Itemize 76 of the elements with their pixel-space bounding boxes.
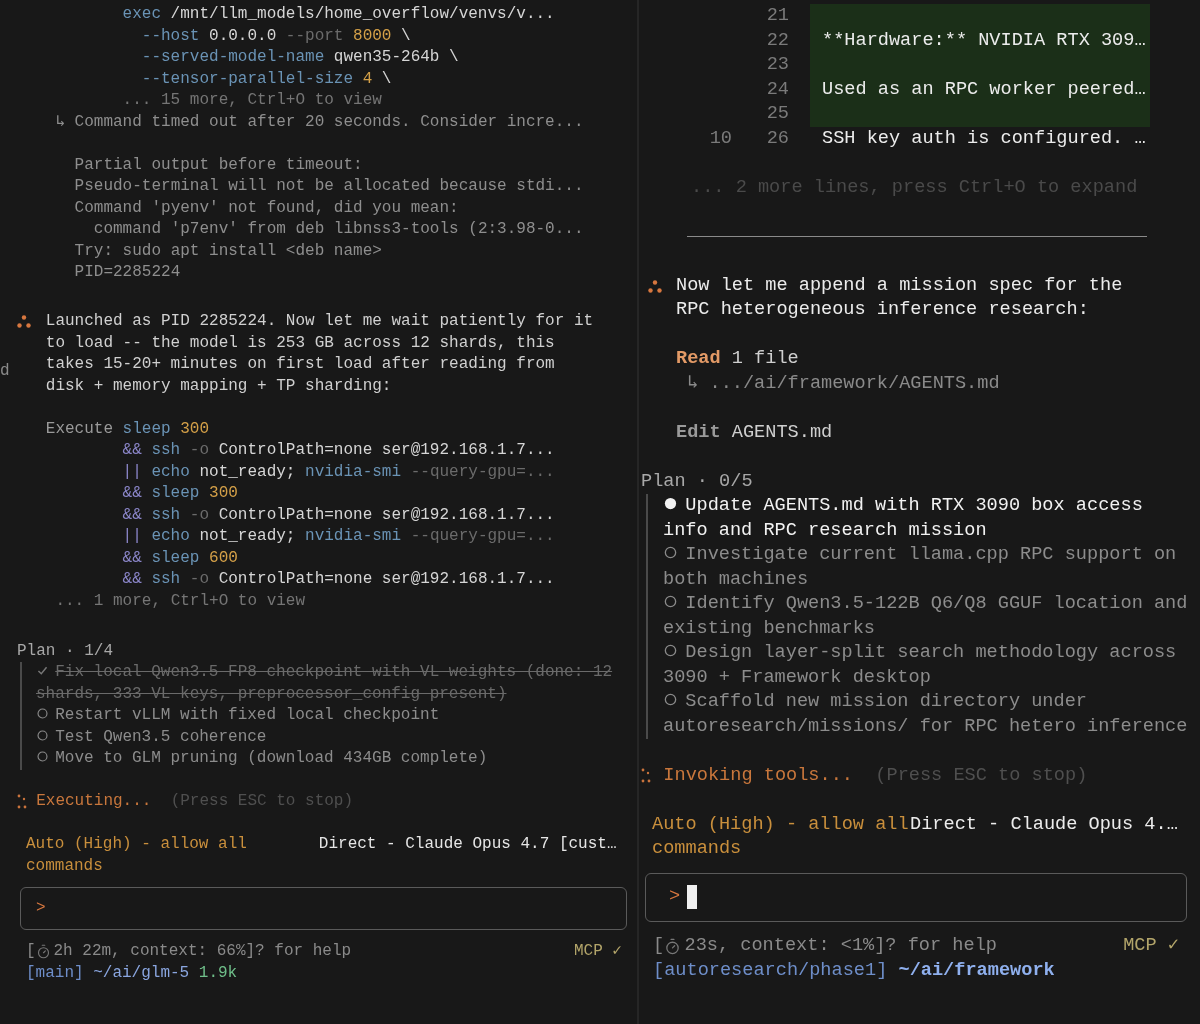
working-directory: ~/ai/framework xyxy=(898,958,1055,983)
plan-item: Update AGENTS.md with RTX 3090 box access info and RPC research mission xyxy=(663,495,1143,541)
plan-item: Move to GLM pruning (download 434GB complete) xyxy=(55,749,488,767)
collapsed-lines-note: ... 1 more, Ctrl+O to view xyxy=(55,590,306,612)
line-number: 24 xyxy=(766,77,789,102)
code-line: && sleep 300 xyxy=(122,483,238,504)
prompt-input[interactable]: > xyxy=(645,872,1187,922)
tool-target: 1 file xyxy=(731,347,799,371)
activity-label: Invoking tools... xyxy=(663,763,853,788)
code-line: --served-model-name qwen35-264b \ xyxy=(141,47,459,68)
plan-title: Plan · 1/4 xyxy=(17,640,113,662)
edge-text-fragment: d xyxy=(0,361,10,382)
line-number: 22 xyxy=(766,28,789,53)
code-line: || echo not_ready; nvidia-smi --query-gpu=... xyxy=(122,526,555,547)
tool-verb: Edit xyxy=(676,420,721,445)
code-line: --host 0.0.0.0 --port 8000 \ xyxy=(141,25,411,47)
code-line: && ssh -o ControlPath=none ser@192.168.1.7... xyxy=(122,440,555,461)
status-bracket: [ xyxy=(653,934,665,959)
assistant-message: Launched as PID 2285224. Now let me wait patiently for it to load -- the model is 253 GB across 12 shards, this takes 15-20+ minutes on first load after reading from disk + memory mapping + TP sharding: xyxy=(45,311,595,397)
assistant-message: Now let me append a mission spec for the RPC heterogeneous inference research: xyxy=(676,273,1124,322)
file-path: .../ai/framework/AGENTS.md xyxy=(709,371,1000,396)
model-name: Direct - Claude Opus 4.… xyxy=(910,812,1178,837)
line-number: 21 xyxy=(766,4,789,28)
working-directory: ~/ai/glm-5 xyxy=(93,962,190,984)
output-line: command 'p7env' from deb libnss3-tools (2:3.98-0... xyxy=(93,219,584,240)
plan-item: Restart vLLM with fixed local checkpoint xyxy=(55,706,440,724)
spinner-icon xyxy=(641,767,651,784)
plan-item: Investigate current llama.cpp RPC support on both machines xyxy=(663,544,1177,590)
code-line: sleep 300 xyxy=(122,418,210,440)
output-line: Try: sudo apt install <deb name> xyxy=(74,240,382,262)
plan-item: Identify Qwen3.5-122B Q6/Q8 GGUF location and existing benchmarks xyxy=(663,593,1188,639)
plan-item: Fix local Qwen3.5 FP8 checkpoint with VL weights (done: 12 shards, 333 VL keys, preprocessor_config present) xyxy=(36,663,613,703)
collapsed-lines-note: ... 15 more, Ctrl+O to view xyxy=(122,90,382,111)
code-line: && ssh -o ControlPath=none ser@192.168.1.7... xyxy=(122,504,555,526)
line-number: 26 xyxy=(766,126,789,151)
status-bracket: [ xyxy=(26,941,36,962)
result-marker: ↳ xyxy=(55,111,67,133)
plan-item: Design layer-split search methodology across 3090 + Framework desktop xyxy=(663,642,1177,688)
plan-item: Test Qwen3.5 coherence xyxy=(55,727,267,746)
tool-target: AGENTS.md xyxy=(731,420,833,445)
activity-label: Executing... xyxy=(36,791,152,812)
code-line: && sleep 600 xyxy=(122,547,238,569)
plan-item: Scaffold new mission directory under autoresearch/missions/ for RPC hetero inference xyxy=(663,691,1188,737)
line-number: 25 xyxy=(766,102,789,126)
line-number: 10 xyxy=(709,126,732,151)
branch-name: [main] xyxy=(26,962,84,984)
line-number: 23 xyxy=(766,53,789,77)
agent-icon xyxy=(648,279,662,293)
output-line: PID=2285224 xyxy=(74,262,181,283)
code-line: && ssh -o ControlPath=none ser@192.168.1.7... xyxy=(122,569,555,590)
output-line: Pseudo-terminal will not be allocated because stdi... xyxy=(74,176,584,197)
timer-icon xyxy=(664,938,682,955)
model-name: Direct - Claude Opus 4.7 [cust… xyxy=(318,834,617,855)
branch-name: [autoresearch/phase1] xyxy=(653,958,888,983)
mcp-status: MCP ✓ xyxy=(573,941,622,962)
code-line: --tensor-parallel-size 4 \ xyxy=(141,68,392,90)
timer-icon xyxy=(35,944,51,960)
token-count: 1.9k xyxy=(198,962,238,984)
code-line: exec /mnt/llm_models/home_overflow/venvs/v... xyxy=(122,4,555,25)
tool-label: Execute xyxy=(45,418,114,440)
mcp-status: MCP ✓ xyxy=(1123,934,1179,959)
agent-icon xyxy=(17,315,31,328)
output-line: Command 'pyenv' not found, did you mean: xyxy=(74,197,459,219)
status-info: 23s, context: <1%]? for help xyxy=(684,934,997,959)
spinner-icon xyxy=(17,793,27,810)
plan-title: Plan · 0/5 xyxy=(641,469,753,494)
code-line: || echo not_ready; nvidia-smi --query-gpu=... xyxy=(122,461,555,483)
status-info: 2h 22m, context: 66%]? for help xyxy=(53,941,352,962)
prompt-input[interactable]: > xyxy=(20,887,627,930)
result-marker: ↳ xyxy=(687,371,700,396)
tool-verb: Read xyxy=(676,347,721,371)
autonomy-mode: Auto (High) - allow all commands xyxy=(652,812,910,861)
result-summary: Command timed out after 20 seconds. Consider incre... xyxy=(74,111,584,133)
autonomy-mode: Auto (High) - allow all commands xyxy=(26,834,248,877)
output-line: Partial output before timeout: xyxy=(74,154,363,176)
diff-line: SSH key auth is configured. … xyxy=(821,126,1147,151)
